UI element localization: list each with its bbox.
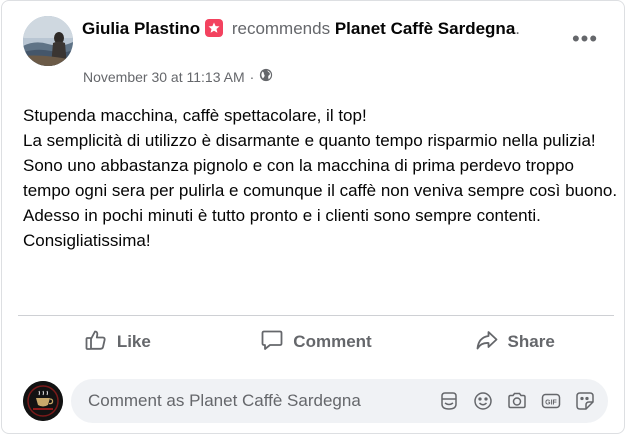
post-body-line: Stupenda macchina, caffè spettacolare, i… — [23, 106, 367, 125]
camera-icon[interactable] — [506, 390, 528, 412]
avatar-sticker-icon[interactable] — [438, 390, 460, 412]
post-card: Giulia Plastino recommends Planet Caffè … — [1, 0, 625, 434]
share-button[interactable]: Share — [415, 319, 614, 365]
post-timestamp[interactable]: November 30 at 11:13 AM — [83, 69, 245, 85]
recommend-verb: recommends — [231, 19, 331, 38]
page-name-link[interactable]: Planet Caffè Sardegna — [335, 19, 515, 38]
svg-text:GIF: GIF — [545, 399, 557, 406]
sticker-icon[interactable] — [574, 390, 596, 412]
share-label: Share — [507, 332, 555, 351]
post-body-line: La semplicità di utilizzo è disarmante e… — [23, 131, 596, 150]
post-body-line: Sono uno abbastanza pignolo e con la mac… — [23, 156, 618, 200]
meta-separator: · — [249, 68, 255, 85]
recommend-star-icon — [205, 19, 224, 37]
page-avatar[interactable] — [23, 381, 63, 421]
more-options-icon[interactable]: ••• — [569, 26, 601, 51]
globe-icon[interactable] — [259, 68, 273, 85]
composer-icons: GIF — [438, 390, 596, 412]
gif-icon[interactable]: GIF — [540, 390, 562, 412]
post-header: Giulia Plastino recommends Planet Caffè … — [82, 18, 542, 40]
post-body-line: Adesso in pochi minuti è tutto pronto e … — [23, 206, 541, 250]
author-name[interactable]: Giulia Plastino — [82, 19, 200, 38]
author-avatar[interactable] — [23, 16, 73, 66]
post-body: Stupenda macchina, caffè spettacolare, i… — [23, 103, 618, 253]
header-period: . — [515, 19, 521, 38]
comment-composer: GIF — [23, 379, 610, 423]
post-meta: November 30 at 11:13 AM · — [83, 68, 273, 85]
post-actions-bar: Like Comment Share — [18, 319, 614, 365]
thumbs-up-icon — [84, 328, 108, 357]
comment-label: Comment — [293, 332, 372, 351]
emoji-icon[interactable] — [472, 390, 494, 412]
like-label: Like — [116, 332, 151, 351]
comment-input-box: GIF — [71, 379, 608, 423]
comment-input[interactable] — [86, 390, 430, 412]
comment-bubble-icon — [260, 328, 284, 357]
like-button[interactable]: Like — [18, 319, 217, 365]
actions-top-divider — [18, 315, 614, 316]
share-arrow-icon — [475, 328, 499, 357]
comment-button[interactable]: Comment — [217, 319, 416, 365]
